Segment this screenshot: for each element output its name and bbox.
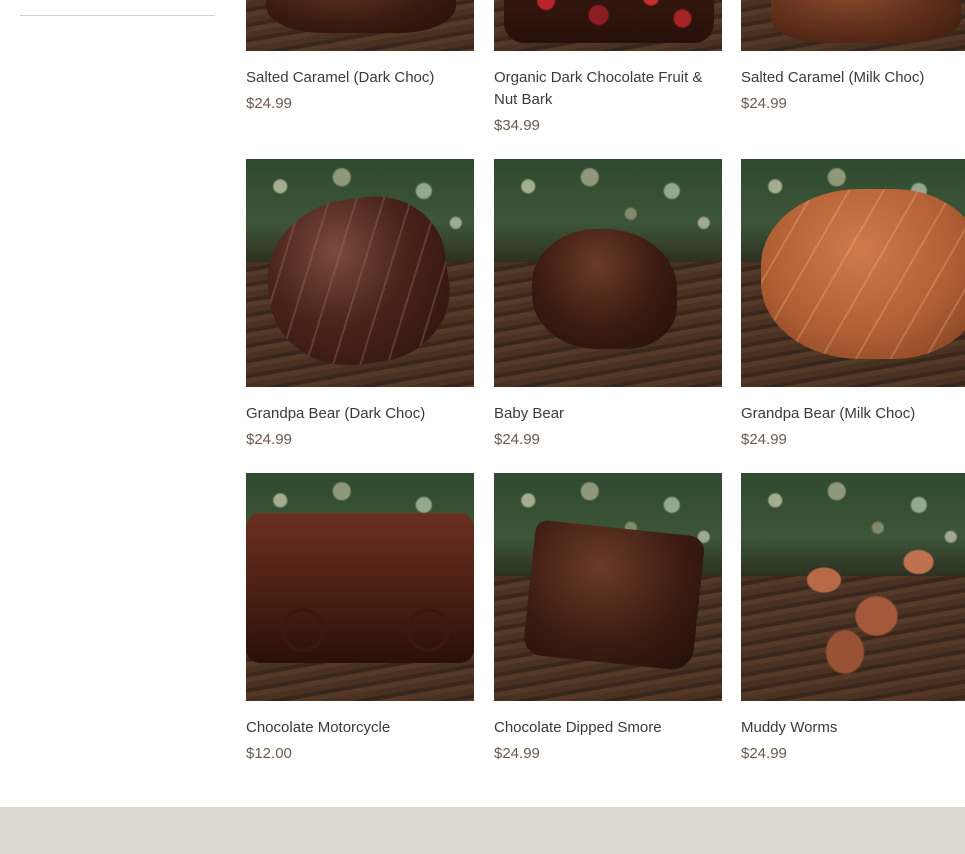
product-title[interactable]: Grandpa Bear (Dark Choc) [246,403,474,425]
product-image[interactable] [494,0,722,51]
product-price: $12.00 [246,745,292,762]
product-card[interactable]: Salted Caramel (Milk Choc) $24.99 [741,0,965,114]
product-price: $24.99 [246,431,292,448]
product-card[interactable]: Chocolate Motorcycle $12.00 [246,473,474,764]
product-card[interactable]: Grandpa Bear (Dark Choc) $24.99 [246,159,474,450]
product-title[interactable]: Salted Caramel (Dark Choc) [246,67,474,89]
product-price: $24.99 [494,745,540,762]
product-image[interactable] [741,0,965,51]
product-image[interactable] [246,0,474,51]
product-card[interactable]: Muddy Worms $24.99 [741,473,965,764]
product-title[interactable]: Chocolate Dipped Smore [494,717,722,739]
product-grid: Salted Caramel (Dark Choc) $24.99 Organi… [246,0,965,807]
product-price: $24.99 [741,431,787,448]
product-card[interactable]: Grandpa Bear (Milk Choc) $24.99 [741,159,965,450]
product-title[interactable]: Organic Dark Chocolate Fruit & Nut Bark [494,67,722,111]
product-image[interactable] [494,159,722,387]
footer-band [0,807,965,854]
product-title[interactable]: Salted Caramel (Milk Choc) [741,67,965,89]
product-card[interactable]: Baby Bear $24.99 [494,159,722,450]
product-image[interactable] [741,159,965,387]
product-price: $24.99 [494,431,540,448]
product-image[interactable] [246,159,474,387]
product-title[interactable]: Muddy Worms [741,717,965,739]
product-image[interactable] [494,473,722,701]
product-image[interactable] [246,473,474,701]
product-price: $24.99 [741,745,787,762]
product-card[interactable]: Organic Dark Chocolate Fruit & Nut Bark … [494,0,722,136]
product-price: $24.99 [741,95,787,112]
product-card[interactable]: Salted Caramel (Dark Choc) $24.99 [246,0,474,114]
product-price: $34.99 [494,117,540,134]
product-title[interactable]: Chocolate Motorcycle [246,717,474,739]
product-card[interactable]: Chocolate Dipped Smore $24.99 [494,473,722,764]
sidebar-divider [20,15,215,16]
product-title[interactable]: Grandpa Bear (Milk Choc) [741,403,965,425]
product-image[interactable] [741,473,965,701]
product-title[interactable]: Baby Bear [494,403,722,425]
product-price: $24.99 [246,95,292,112]
